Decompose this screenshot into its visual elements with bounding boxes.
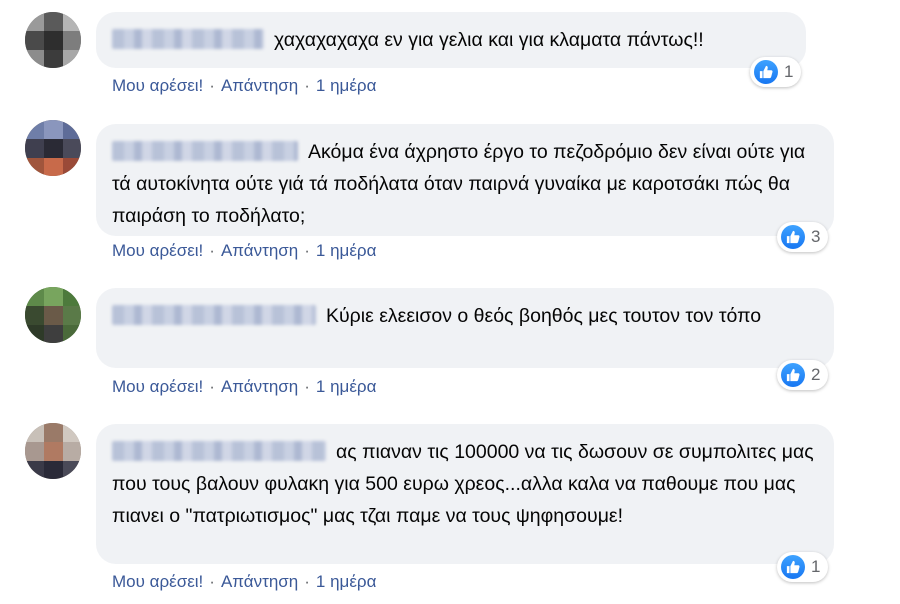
like-thumb-icon <box>781 363 805 387</box>
comment-text: χαχαχαχαχα εν για γελια και για κλαματα … <box>274 29 704 51</box>
separator: · <box>304 241 310 260</box>
author-name-blurred[interactable] <box>112 305 316 325</box>
separator: · <box>209 76 215 95</box>
author-name-blurred[interactable] <box>112 141 298 161</box>
avatar[interactable] <box>25 287 81 343</box>
reaction-count: 1 <box>811 557 821 576</box>
timestamp[interactable]: 1 ημέρα <box>316 241 377 260</box>
like-thumb-icon <box>781 555 805 579</box>
comment-actions: Μου αρέσει! · Απάντηση · 1 ημέρα <box>112 572 376 592</box>
reply-button[interactable]: Απάντηση <box>221 241 298 260</box>
reply-button[interactable]: Απάντηση <box>221 377 298 396</box>
reaction-count: 2 <box>811 365 821 384</box>
like-button[interactable]: Μου αρέσει! <box>112 572 203 591</box>
like-button[interactable]: Μου αρέσει! <box>112 377 203 396</box>
separator: · <box>304 377 310 396</box>
like-thumb-icon <box>754 60 778 84</box>
comment-actions: Μου αρέσει! · Απάντηση · 1 ημέρα <box>112 76 376 96</box>
author-name-blurred[interactable] <box>112 441 326 461</box>
timestamp[interactable]: 1 ημέρα <box>316 76 377 95</box>
comment-actions: Μου αρέσει! · Απάντηση · 1 ημέρα <box>112 241 376 261</box>
comment-bubble: ας πιαναν τις 100000 να τις δωσουν σε συ… <box>96 424 834 564</box>
timestamp[interactable]: 1 ημέρα <box>316 377 377 396</box>
reaction-summary[interactable]: 1 <box>750 57 802 87</box>
avatar[interactable] <box>25 423 81 479</box>
like-button[interactable]: Μου αρέσει! <box>112 76 203 95</box>
reaction-summary[interactable]: 3 <box>777 222 829 252</box>
comment-text: Κύριε ελεεισον ο θεός βοηθός μες τουτον … <box>326 305 762 327</box>
like-button[interactable]: Μου αρέσει! <box>112 241 203 260</box>
separator: · <box>209 572 215 591</box>
reply-button[interactable]: Απάντηση <box>221 76 298 95</box>
separator: · <box>304 572 310 591</box>
separator: · <box>209 377 215 396</box>
reaction-summary[interactable]: 1 <box>777 552 829 582</box>
timestamp[interactable]: 1 ημέρα <box>316 572 377 591</box>
comment-actions: Μου αρέσει! · Απάντηση · 1 ημέρα <box>112 377 376 397</box>
like-thumb-icon <box>781 225 805 249</box>
reaction-count: 3 <box>811 227 821 246</box>
avatar[interactable] <box>25 120 81 176</box>
comment-bubble: χαχαχαχαχα εν για γελια και για κλαματα … <box>96 12 806 68</box>
avatar[interactable] <box>25 12 81 68</box>
separator: · <box>304 76 310 95</box>
reaction-count: 1 <box>784 62 794 81</box>
separator: · <box>209 241 215 260</box>
comment-bubble: Ακόμα ένα άχρηστο έργο το πεζοδρόμιο δεν… <box>96 124 834 236</box>
reply-button[interactable]: Απάντηση <box>221 572 298 591</box>
author-name-blurred[interactable] <box>112 29 264 49</box>
reaction-summary[interactable]: 2 <box>777 360 829 390</box>
comment-bubble: Κύριε ελεεισον ο θεός βοηθός μες τουτον … <box>96 288 834 368</box>
